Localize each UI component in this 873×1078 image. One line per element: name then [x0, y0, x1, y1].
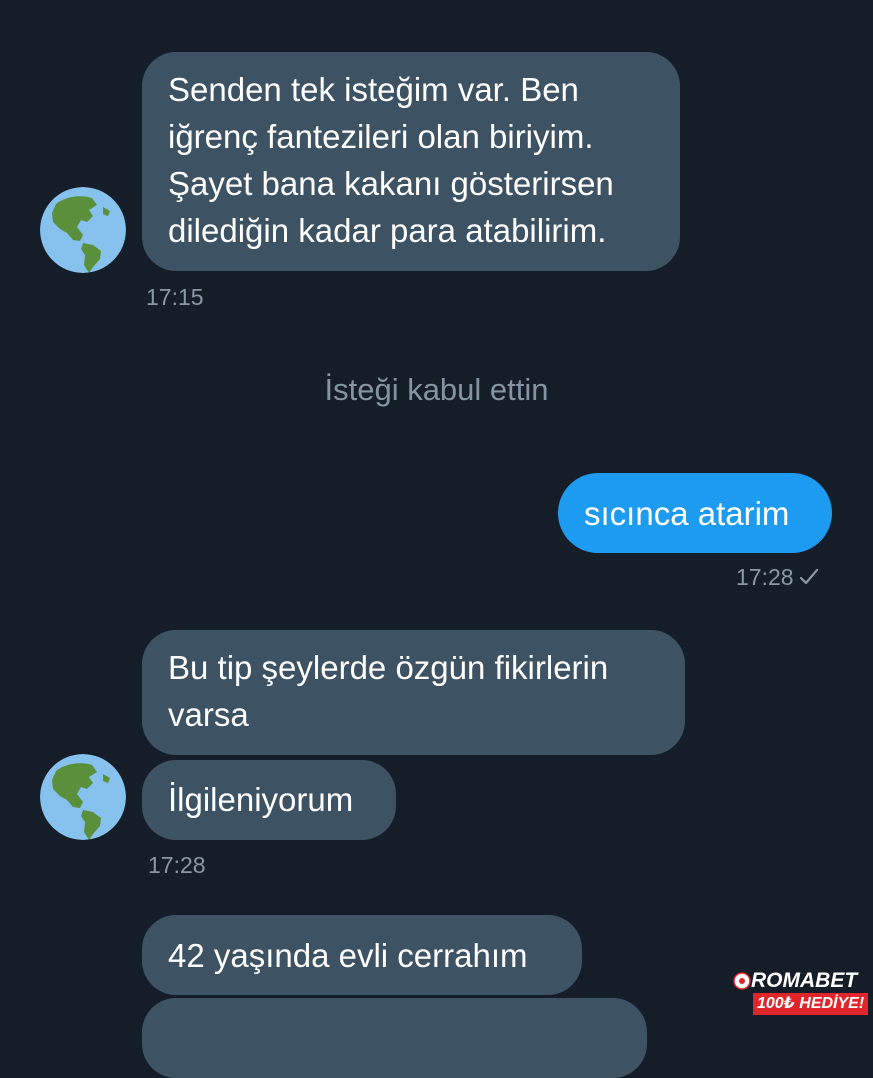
incoming-message-bubble[interactable]: Bu tip şeylerde özgün fikirlerin varsa	[142, 630, 685, 755]
message-text-line: Senden tek isteğim var. Ben	[168, 71, 579, 108]
message-text-line: 42 yaşında evli cerrahım	[168, 937, 528, 974]
message-timestamp: 17:15	[146, 284, 204, 310]
incoming-message-bubble-partial[interactable]	[142, 998, 647, 1078]
sender-avatar-globe-icon[interactable]	[40, 754, 126, 840]
sender-avatar-globe-icon[interactable]	[40, 187, 126, 273]
message-timestamp-row: 17:28	[736, 564, 820, 592]
request-accepted-notice: İsteği kabul ettin	[324, 372, 549, 407]
message-text-line: Şayet bana kakanı gösterirsen	[168, 165, 614, 202]
message-timestamp: 17:28	[148, 852, 206, 878]
outgoing-message-bubble[interactable]: sıcınca atarim	[558, 473, 832, 553]
sent-check-icon	[798, 566, 820, 592]
message-text-line: varsa	[168, 696, 249, 733]
brand-watermark: ROMABET 100₺ HEDİYE!	[733, 968, 869, 1018]
message-text-line: iğrenç fantezileri olan biriyim.	[168, 118, 594, 155]
message-text-line: İlgileniyorum	[168, 781, 354, 818]
brand-name: ROMABET	[751, 969, 858, 992]
incoming-message-bubble[interactable]: Senden tek isteğim var. Ben iğrenç fante…	[142, 52, 680, 271]
message-text-line: sıcınca atarim	[584, 495, 790, 532]
message-text-line: dilediğin kadar para atabilirim.	[168, 212, 607, 249]
incoming-message-bubble[interactable]: 42 yaşında evli cerrahım	[142, 915, 582, 995]
soccer-ball-icon	[733, 972, 751, 990]
message-timestamp: 17:28	[736, 564, 794, 590]
incoming-message-bubble[interactable]: İlgileniyorum	[142, 760, 396, 840]
message-text-line: Bu tip şeylerde özgün fikirlerin	[168, 649, 609, 686]
brand-offer: 100₺ HEDİYE!	[753, 993, 869, 1015]
